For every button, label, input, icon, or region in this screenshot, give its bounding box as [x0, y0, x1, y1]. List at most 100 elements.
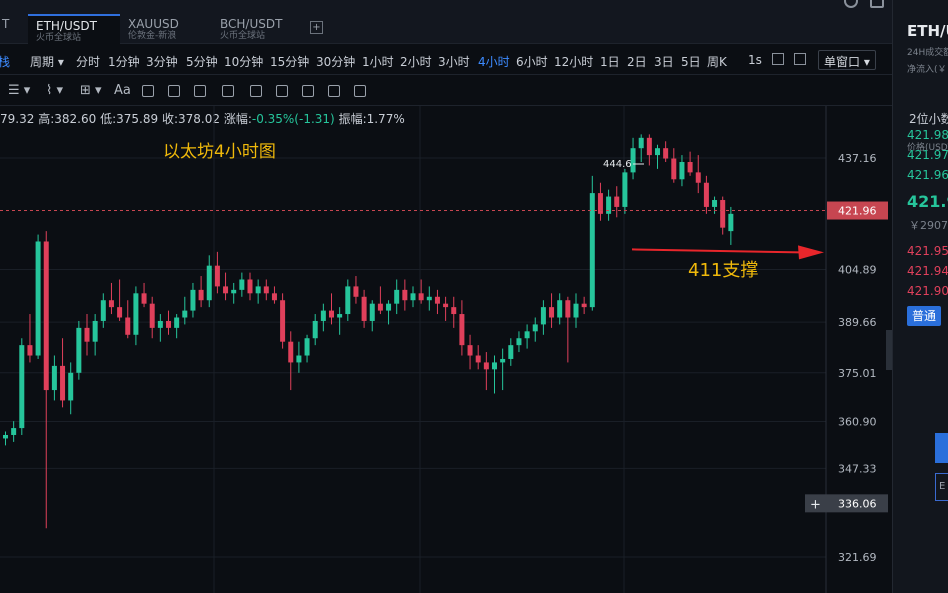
candle-11 [92, 314, 98, 356]
candle-79 [646, 134, 652, 166]
candle-46 [377, 286, 383, 315]
candle-body [712, 200, 718, 207]
ask-price[interactable]: 421.97 [907, 148, 948, 162]
candle-body [606, 196, 612, 214]
candle-body [60, 365, 66, 401]
candle-body [687, 162, 693, 173]
candle-body [426, 296, 432, 301]
candle-body [43, 241, 49, 391]
bid-price[interactable]: 421.95 [907, 244, 948, 258]
candle-body [622, 172, 628, 207]
candle-3 [27, 314, 33, 363]
candle-body [459, 314, 465, 346]
candle-33 [271, 286, 277, 304]
candle-74 [606, 189, 612, 221]
candle-89 [728, 206, 734, 245]
candle-36 [296, 341, 302, 373]
candle-body [133, 293, 139, 335]
candle-body [271, 293, 277, 301]
candle-10 [84, 314, 90, 356]
candle-body [475, 355, 481, 363]
order-mode-button[interactable]: 普通 [907, 306, 941, 326]
candle-body [434, 296, 440, 304]
candle-body [508, 345, 514, 359]
candle-body [549, 307, 555, 318]
candle-65 [532, 317, 538, 342]
candle-43 [353, 276, 359, 304]
candle-5 [43, 231, 49, 529]
candle-7 [60, 338, 66, 408]
action-button[interactable] [935, 433, 948, 463]
candle-20 [166, 310, 171, 335]
candle-body [296, 355, 302, 363]
candle-body [223, 286, 229, 294]
secondary-button[interactable]: E [935, 473, 948, 501]
candle-84 [687, 151, 693, 176]
ask-price[interactable]: 421.98 [907, 128, 948, 142]
candle-body [182, 310, 188, 318]
price-tick-4: 375.01 [838, 367, 877, 380]
candle-body [27, 345, 33, 356]
candle-85 [695, 155, 701, 194]
candle-55 [451, 296, 457, 328]
fiat-price: ￥2907. [909, 219, 948, 232]
add-alert-icon[interactable]: + [810, 497, 821, 512]
candle-70 [573, 293, 579, 328]
candle-26 [214, 251, 220, 294]
candle-body [231, 289, 237, 294]
candle-57 [467, 334, 473, 370]
support-arrow-head [798, 245, 824, 260]
candle-12 [100, 293, 106, 328]
candle-15 [125, 300, 131, 339]
candle-body [117, 307, 123, 318]
candle-58 [475, 345, 481, 370]
candle-32 [263, 279, 269, 301]
candle-34 [280, 293, 286, 349]
candle-body [703, 182, 709, 207]
candle-86 [703, 175, 709, 214]
candle-body [394, 289, 400, 304]
candle-53 [434, 289, 440, 315]
candle-body [239, 279, 245, 290]
candle-35 [288, 331, 294, 391]
candle-body [646, 137, 652, 156]
candle-68 [557, 293, 563, 325]
candle-14 [117, 279, 123, 321]
candle-21 [174, 314, 180, 339]
candle-body [345, 286, 351, 315]
candle-body [655, 148, 660, 156]
candle-body [451, 307, 457, 315]
candle-2 [19, 338, 25, 435]
high-marker-label: 444.6 [603, 159, 632, 170]
candle-60 [492, 355, 497, 394]
candle-body [467, 345, 473, 356]
candle-59 [483, 352, 489, 391]
grid [0, 106, 826, 593]
candle-body [166, 320, 171, 328]
candle-body [492, 362, 497, 370]
candle-body [76, 327, 82, 373]
candle-31 [255, 279, 261, 304]
candle-body [51, 365, 57, 391]
candle-0 [3, 431, 8, 446]
candle-body [410, 293, 416, 301]
candle-body [312, 320, 318, 339]
bid-price[interactable]: 421.94 [907, 264, 948, 278]
bid-price[interactable]: 421.90 [907, 284, 948, 298]
candle-54 [443, 296, 449, 321]
precision-select[interactable]: 2位小数 [909, 110, 948, 127]
candle-82 [671, 148, 677, 183]
candle-4 [35, 234, 41, 359]
candle-body [174, 317, 180, 328]
candle-body [19, 345, 25, 429]
ask-price[interactable]: 421.96 [907, 168, 948, 182]
candle-body [516, 338, 522, 346]
candle-body [728, 213, 734, 232]
candle-66 [540, 300, 546, 335]
price-axis: 437.16 404.89 389.66 375.01 360.90 347.33 321.… [0, 152, 888, 564]
candle-body [638, 137, 644, 149]
candle-body [720, 200, 726, 228]
candlestick-chart[interactable]: 437.16 404.89 389.66 375.01 360.90 347.33 321.… [0, 0, 892, 593]
candle-body [540, 307, 546, 325]
chart-title-annotation: 以太坊4小时图 [163, 142, 276, 162]
